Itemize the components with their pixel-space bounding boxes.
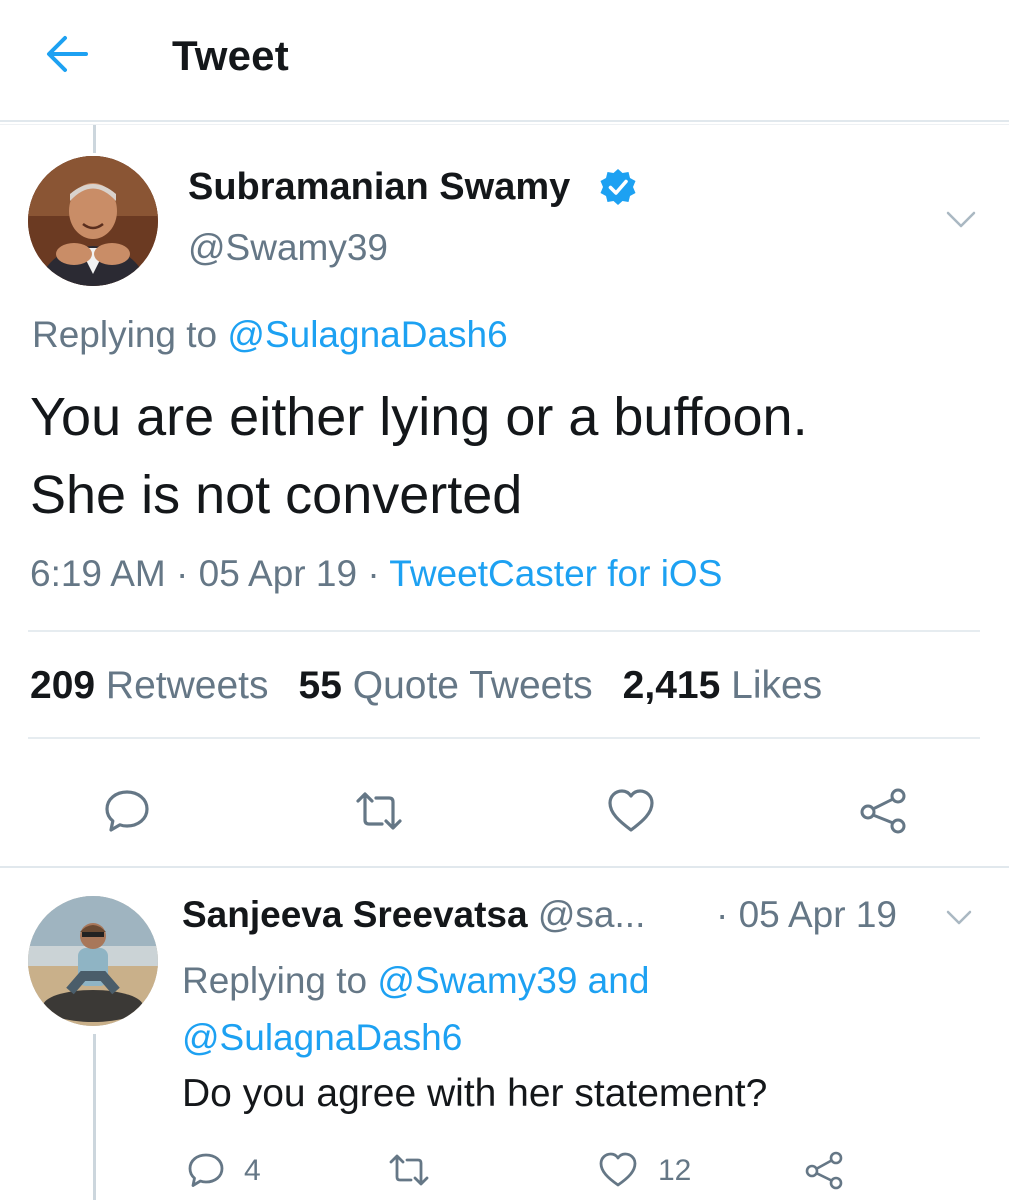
- verified-badge-icon: [600, 169, 636, 205]
- thread-connector-top: [93, 125, 96, 153]
- tweet-text-line: You are either lying or a buffoon.: [30, 387, 808, 447]
- share-icon[interactable]: [804, 1150, 844, 1190]
- likes-count: 2,415: [622, 664, 721, 707]
- likes-stat[interactable]: 2,415 Likes: [623, 664, 823, 707]
- reply-avatar-image: [28, 896, 158, 1026]
- reply-count: 4: [244, 1154, 261, 1187]
- replying-to-prefix: Replying to: [32, 314, 228, 355]
- tweet-stats: 209 Retweets 55 Quote Tweets 2,415 Likes: [30, 664, 822, 708]
- reply-avatar[interactable]: [28, 896, 158, 1026]
- avatar-image: [28, 156, 158, 286]
- tweet-source-link[interactable]: TweetCaster for iOS: [389, 553, 722, 594]
- reply-icon[interactable]: [186, 1150, 226, 1190]
- author-handle[interactable]: @Swamy39: [188, 227, 388, 269]
- reply-icon[interactable]: [102, 786, 152, 836]
- header-divider-shadow: [0, 124, 1009, 125]
- retweets-count: 209: [30, 664, 96, 707]
- retweet-icon[interactable]: [354, 786, 404, 836]
- retweet-icon[interactable]: [388, 1150, 430, 1190]
- like-count: 12: [658, 1154, 692, 1187]
- share-icon[interactable]: [858, 786, 908, 836]
- thread-connector-bottom: [93, 1034, 96, 1200]
- tweet-date: 05 Apr 19: [198, 553, 358, 594]
- retweets-stat[interactable]: 209 Retweets: [30, 664, 269, 707]
- reply-author-line: Sanjeeva Sreevatsa @sa...: [182, 894, 645, 936]
- tweet-meta: 6:19 AM · 05 Apr 19 · TweetCaster for iO…: [30, 553, 722, 595]
- mention-link[interactable]: @SulagnaDash6: [182, 1017, 462, 1058]
- author-display-name[interactable]: Subramanian Swamy: [188, 166, 570, 209]
- avatar[interactable]: [28, 156, 158, 286]
- tweet-time: 6:19 AM: [30, 553, 166, 594]
- likes-label: Likes: [731, 664, 823, 707]
- replying-to-prefix: Replying to: [182, 960, 378, 1001]
- mention-link[interactable]: @SulagnaDash6: [227, 314, 507, 355]
- like-icon[interactable]: [598, 1150, 638, 1190]
- reply-author-handle[interactable]: @sa...: [538, 894, 645, 935]
- top-bar: Tweet: [0, 0, 1009, 120]
- chevron-down-icon[interactable]: [944, 206, 978, 232]
- reply-date: · 05 Apr 19: [716, 894, 898, 935]
- tweet-text-line: She is not converted: [30, 465, 523, 525]
- tweet-body: You are either lying or a buffoon. She i…: [30, 378, 990, 534]
- quotes-count: 55: [298, 664, 342, 707]
- replying-and: and: [577, 960, 650, 1001]
- stats-divider-top: [28, 630, 980, 632]
- quotes-label: Quote Tweets: [352, 664, 593, 707]
- chevron-down-icon[interactable]: [944, 906, 974, 928]
- meta-separator: ·: [165, 553, 199, 594]
- back-arrow-icon[interactable]: [44, 34, 90, 74]
- header-divider: [0, 120, 1009, 122]
- quote-tweets-stat[interactable]: 55 Quote Tweets: [299, 664, 593, 707]
- replying-to-line: Replying to @SulagnaDash6: [32, 314, 508, 356]
- tweet-divider: [0, 866, 1009, 868]
- meta-separator: ·: [357, 553, 390, 594]
- reply-replying-to: Replying to @Swamy39 and @SulagnaDash6: [182, 952, 902, 1066]
- reply-body: Do you agree with her statement?: [182, 1072, 768, 1115]
- reply-author-name[interactable]: Sanjeeva Sreevatsa: [182, 894, 528, 935]
- page-title: Tweet: [172, 32, 289, 79]
- mention-link[interactable]: @Swamy39: [377, 960, 577, 1001]
- like-icon[interactable]: [606, 786, 656, 836]
- stats-divider-bottom: [28, 737, 980, 739]
- retweets-label: Retweets: [105, 664, 269, 707]
